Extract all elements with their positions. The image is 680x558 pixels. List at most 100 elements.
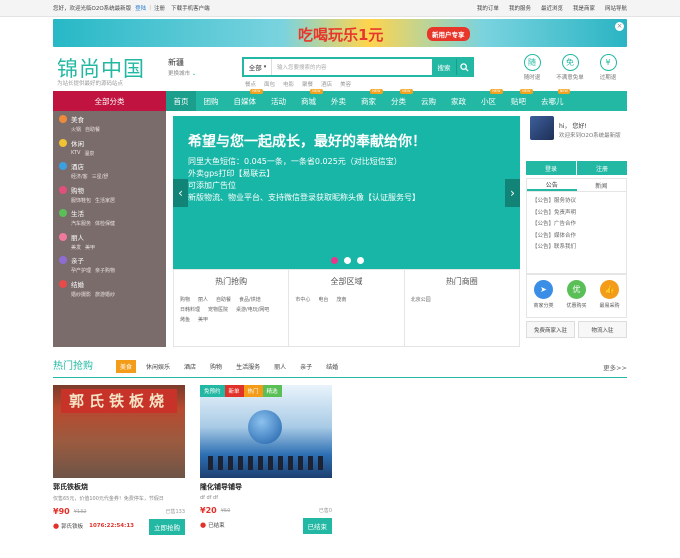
- sidebar-sub-link[interactable]: 美发: [71, 244, 81, 251]
- sidebar-sub-link[interactable]: 婚纱摄影: [71, 291, 91, 298]
- deal-title[interactable]: 郭氏铁板烧: [53, 482, 185, 492]
- hero-slider[interactable]: 希望与您一起成长，最好的奉献给你！ 同里大鱼短信：0.045一条，一条省0.02…: [173, 116, 520, 269]
- ended-button[interactable]: 已结束: [302, 518, 332, 534]
- panel-link[interactable]: 日韩料理: [180, 306, 200, 313]
- panel-link[interactable]: 茂南: [336, 296, 346, 303]
- notice-item[interactable]: 【公告】免责声明: [532, 208, 621, 220]
- tab-news[interactable]: 新闻: [577, 179, 627, 191]
- login-link[interactable]: 登陆: [135, 4, 146, 12]
- search-button[interactable]: 搜索: [432, 59, 456, 75]
- service-item[interactable]: 👍 最易采购: [593, 275, 626, 317]
- hot-keyword[interactable]: 电影: [283, 80, 294, 88]
- slider-prev-arrow[interactable]: ‹: [173, 179, 188, 207]
- all-categories-button[interactable]: 全部分类: [53, 91, 166, 111]
- nav-item[interactable]: 小区 NEW: [474, 89, 504, 111]
- service-item[interactable]: ➤ 商家分类: [527, 275, 560, 317]
- sidebar-sub-link[interactable]: 三星/舒: [92, 173, 109, 180]
- perk-item[interactable]: 随随时退: [519, 54, 545, 81]
- deal-card[interactable]: 郭氏铁板烧 郭氏铁板烧 仅售65元，价值100元代金券！免费停车，节假日 ¥90…: [53, 385, 185, 535]
- notice-item[interactable]: 【公告】联系我们: [532, 242, 621, 254]
- slider-dot[interactable]: [331, 257, 338, 264]
- service-item[interactable]: 优优惠购买: [560, 275, 593, 317]
- sidebar-sub-link[interactable]: 温泉: [84, 150, 94, 157]
- hot-keyword[interactable]: 面包: [264, 80, 275, 88]
- sidebar-sub-link[interactable]: 自助餐: [85, 126, 100, 133]
- more-link[interactable]: 更多>>: [603, 362, 627, 372]
- hot-tab[interactable]: 丽人: [270, 360, 290, 373]
- sidebar-title[interactable]: 结婚: [71, 279, 115, 289]
- hot-keyword[interactable]: 美容: [340, 80, 351, 88]
- logistics-join-button[interactable]: 物流入驻: [578, 321, 627, 338]
- panel-link[interactable]: 食品/烘焙: [239, 296, 261, 303]
- perk-item[interactable]: 免不满意免单: [556, 54, 584, 81]
- nav-item[interactable]: 贴吧 NEW: [504, 89, 534, 111]
- hot-tab[interactable]: 生活服务: [232, 360, 264, 373]
- panel-link[interactable]: 丽人: [198, 296, 208, 303]
- sidebar-title[interactable]: 亲子: [71, 255, 115, 265]
- buy-now-button[interactable]: 立即抢购: [149, 519, 185, 535]
- sidebar-title[interactable]: 休闲: [71, 138, 94, 148]
- hot-keyword[interactable]: 餐点: [245, 80, 256, 88]
- top-link[interactable]: 网站导航: [605, 4, 627, 12]
- download-app-link[interactable]: 下载手机客户端: [171, 4, 210, 12]
- nav-item[interactable]: 家政: [444, 91, 474, 111]
- panel-link[interactable]: 桌游/电玩/网吧: [236, 306, 269, 313]
- sidebar-sub-link[interactable]: 经济/客: [71, 173, 88, 180]
- perk-item[interactable]: ¥ 过期退: [595, 54, 621, 81]
- tab-notice[interactable]: 公告: [527, 179, 577, 191]
- login-button[interactable]: 登录: [526, 161, 577, 175]
- sidebar-title[interactable]: 购物: [71, 185, 115, 195]
- nav-item[interactable]: 外卖: [324, 91, 354, 111]
- sidebar-sub-link[interactable]: 美甲: [85, 244, 95, 251]
- notice-item[interactable]: 【公告】广告合作: [532, 219, 621, 231]
- sidebar-title[interactable]: 美食: [71, 114, 100, 124]
- register-button[interactable]: 注册: [577, 161, 627, 175]
- sidebar-item[interactable]: 休闲 KTV 温泉: [53, 135, 166, 159]
- deal-title[interactable]: 隆化铺导铺导: [200, 482, 332, 492]
- hot-tab[interactable]: 美食: [116, 360, 137, 373]
- slider-next-arrow[interactable]: ›: [505, 179, 520, 207]
- sidebar-sub-link[interactable]: 生活家居: [95, 197, 115, 204]
- sidebar-title[interactable]: 酒店: [71, 161, 108, 171]
- sidebar-title[interactable]: 生活: [71, 208, 115, 218]
- sidebar-sub-link[interactable]: 旅游婚纱: [95, 291, 115, 298]
- top-link[interactable]: 我的服务: [509, 4, 531, 12]
- hot-tab[interactable]: 结婚: [322, 360, 342, 373]
- panel-link[interactable]: 北京公园: [411, 296, 431, 303]
- sidebar-sub-link[interactable]: 孕产护理: [71, 267, 91, 274]
- panel-link[interactable]: 市中心: [295, 296, 310, 303]
- hot-tab[interactable]: 休闲娱乐: [142, 360, 174, 373]
- sidebar-sub-link[interactable]: KTV: [71, 150, 80, 157]
- sidebar-item[interactable]: 亲子 孕产护理 亲子购物: [53, 252, 166, 276]
- nav-item[interactable]: 自媒体 NEW: [226, 89, 264, 111]
- sidebar-sub-link[interactable]: 服饰鞋包: [71, 197, 91, 204]
- sidebar-item[interactable]: 酒店经济/客 三星/舒: [53, 158, 166, 182]
- nav-item[interactable]: 商城 NEW: [294, 89, 324, 111]
- hot-tab[interactable]: 购物: [206, 360, 226, 373]
- register-link[interactable]: 注册: [154, 4, 165, 12]
- slider-dot[interactable]: [344, 257, 351, 264]
- panel-title[interactable]: 全部区域: [295, 276, 397, 287]
- panel-title[interactable]: 热门抢购: [180, 276, 282, 287]
- top-link[interactable]: 我的订单: [477, 4, 499, 12]
- sidebar-sub-link[interactable]: 汽车服务: [71, 220, 91, 227]
- top-link[interactable]: 我是商家: [573, 4, 595, 12]
- sidebar-item[interactable]: 购物服饰鞋包 生活家居: [53, 182, 166, 206]
- sidebar-item[interactable]: 生活汽车服务 体检保健: [53, 205, 166, 229]
- sidebar-sub-link[interactable]: 体检保健: [95, 220, 115, 227]
- nav-item[interactable]: 分类 NEW: [384, 89, 414, 111]
- nav-item[interactable]: 活动: [264, 91, 294, 111]
- hot-keyword[interactable]: 聚餐: [302, 80, 313, 88]
- close-icon[interactable]: ×: [615, 22, 624, 31]
- sidebar-sub-link[interactable]: 火锅: [71, 126, 81, 133]
- slider-dot[interactable]: [357, 257, 364, 264]
- panel-link[interactable]: 美甲: [198, 316, 208, 323]
- search-input[interactable]: 输入您要搜索的内容: [272, 59, 432, 75]
- panel-link[interactable]: 电台: [318, 296, 328, 303]
- panel-link[interactable]: 烤鱼: [180, 316, 190, 323]
- search-scope-select[interactable]: 全部 ▾: [244, 59, 272, 75]
- sidebar-item[interactable]: 美食火锅 自助餐: [53, 111, 166, 135]
- deal-card[interactable]: 免预约 新单 热门 精选 隆化铺导铺导 df df df ¥20 ¥50 已售0 ● …: [200, 385, 332, 535]
- panel-link[interactable]: 宠物医院: [208, 306, 228, 313]
- nav-item[interactable]: 首页: [166, 91, 196, 111]
